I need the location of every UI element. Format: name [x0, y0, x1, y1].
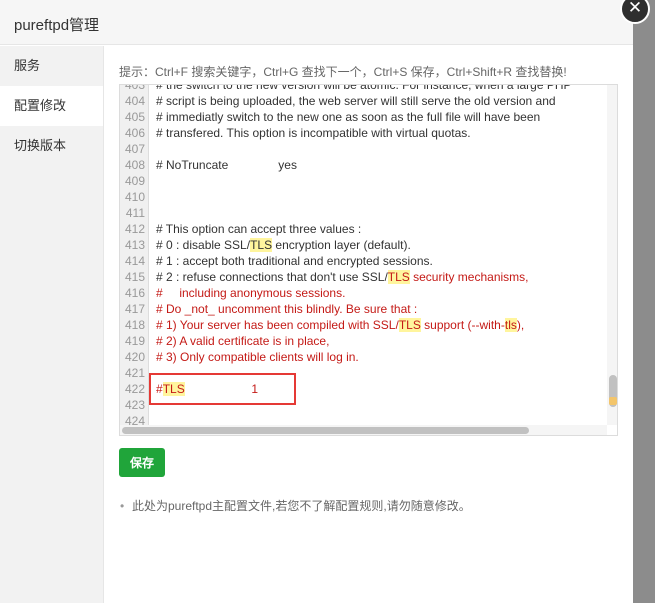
search-highlight: TLS — [398, 318, 421, 332]
line-number: 414 — [124, 254, 145, 268]
code-line: 406 # transfered. This option is incompat… — [120, 125, 617, 141]
line-text: # Do _not_ uncomment this blindly. Be su… — [156, 301, 417, 317]
code-line: 417 # Do _not_ uncomment this blindly. Be… — [120, 301, 617, 317]
code-segment: # 3) Only compatible clients will log in… — [156, 350, 359, 364]
code-line: 403 # the switch to the new version will … — [120, 84, 617, 93]
sidebar: 服务 配置修改 切换版本 — [0, 46, 104, 603]
code-segment: # 1) Your server has been compiled with … — [156, 318, 399, 332]
line-number: 404 — [124, 94, 145, 108]
line-text: # NoTruncate yes — [156, 157, 297, 173]
line-number: 418 — [124, 318, 145, 332]
code-segment: # immediatly switch to the new one as so… — [156, 110, 541, 124]
code-segment: security mechanisms, — [409, 270, 529, 284]
code-segment: ), — [516, 318, 525, 332]
config-note: • 此处为pureftpd主配置文件,若您不了解配置规则,请勿随意修改。 — [120, 497, 471, 514]
code-line: 404 # script is being uploaded, the web s… — [120, 93, 617, 109]
line-number: 405 — [124, 110, 145, 124]
code-line: 415 # 2 : refuse connections that don't u… — [120, 269, 617, 285]
code-line: 416 # including anonymous sessions. — [120, 285, 617, 301]
line-text: # 1) Your server has been compiled with … — [156, 317, 524, 333]
line-text: # 2 : refuse connections that don't use … — [156, 269, 529, 285]
code-segment: # the switch to the new version will be … — [156, 84, 572, 92]
editor-hint: 提示：Ctrl+F 搜索关键字，Ctrl+G 查找下一个，Ctrl+S 保存，C… — [119, 65, 567, 79]
code-line: 413 # 0 : disable SSL/TLS encryption laye… — [120, 237, 617, 253]
window-title: pureftpd管理 — [14, 17, 100, 34]
dialog: pureftpd管理 服务 配置修改 切换版本 提示：Ctrl+F 搜索关键字，… — [0, 0, 633, 603]
search-highlight: TLS — [387, 270, 410, 284]
line-number: 423 — [124, 398, 145, 412]
sidebar-item-config[interactable]: 配置修改 — [0, 86, 103, 126]
line-number: 419 — [124, 334, 145, 348]
code-segment: # including anonymous sessions. — [156, 286, 346, 300]
line-number: 407 — [124, 142, 145, 156]
config-note-text: 此处为pureftpd主配置文件,若您不了解配置规则,请勿随意修改。 — [132, 499, 471, 513]
sidebar-item-label: 切换版本 — [14, 138, 67, 153]
code-line: 411 — [120, 205, 617, 221]
code-segment: # script is being uploaded, the web serv… — [156, 94, 556, 108]
code-line: 414 # 1 : accept both traditional and enc… — [120, 253, 617, 269]
line-text: # the switch to the new version will be … — [156, 84, 572, 93]
line-number: 409 — [124, 174, 145, 188]
sidebar-item-service[interactable]: 服务 — [0, 46, 103, 86]
line-number: 417 — [124, 302, 145, 316]
line-number: 415 — [124, 270, 145, 284]
horizontal-scrollbar[interactable] — [120, 425, 607, 435]
search-highlight: TLS — [250, 238, 273, 252]
code-segment: # Do _not_ uncomment this blindly. Be su… — [156, 302, 418, 316]
line-text: # script is being uploaded, the web serv… — [156, 93, 556, 109]
line-text: # transfered. This option is incompatibl… — [156, 125, 471, 141]
highlight-annotation-box — [149, 373, 296, 405]
line-text: # 0 : disable SSL/TLS encryption layer (… — [156, 237, 411, 253]
sidebar-item-switch-version[interactable]: 切换版本 — [0, 126, 103, 166]
search-match-marker — [609, 397, 617, 405]
code-segment: # 1 : accept both traditional and encryp… — [156, 254, 433, 268]
line-text: # 2) A valid certificate is in place, — [156, 333, 329, 349]
line-text: # This option can accept three values : — [156, 221, 361, 237]
code-segment: # 2 : refuse connections that don't use … — [156, 270, 388, 284]
line-number: 421 — [124, 366, 145, 380]
code-line: 410 — [120, 189, 617, 205]
line-number: 408 — [124, 158, 145, 172]
line-number: 422 — [124, 382, 145, 396]
code-line: 419 # 2) A valid certificate is in place, — [120, 333, 617, 349]
line-number: 406 — [124, 126, 145, 140]
code-line: 405 # immediatly switch to the new one as… — [120, 109, 617, 125]
code-line: 409 — [120, 173, 617, 189]
line-text: # 1 : accept both traditional and encryp… — [156, 253, 433, 269]
line-text: # including anonymous sessions. — [156, 285, 345, 301]
line-number: 413 — [124, 238, 145, 252]
code-segment: # NoTruncate yes — [156, 158, 297, 172]
code-line: 418 # 1) Your server has been compiled wi… — [120, 317, 617, 333]
sidebar-item-label: 服务 — [14, 58, 41, 73]
horizontal-scroll-thumb[interactable] — [122, 427, 529, 434]
code-segment: encryption layer (default). — [272, 238, 411, 252]
title-bar: pureftpd管理 — [0, 0, 633, 45]
line-text: # 3) Only compatible clients will log in… — [156, 349, 359, 365]
line-number: 403 — [124, 84, 145, 92]
save-button[interactable]: 保存 — [119, 448, 165, 477]
line-number: 410 — [124, 190, 145, 204]
sidebar-item-label: 配置修改 — [14, 98, 67, 113]
code-line: 408 # NoTruncate yes — [120, 157, 617, 173]
code-line: 420 # 3) Only compatible clients will log… — [120, 349, 617, 365]
search-highlight: tls — [504, 318, 517, 332]
vertical-scrollbar[interactable] — [607, 85, 617, 425]
code-line: 407 — [120, 141, 617, 157]
code-segment: # transfered. This option is incompatibl… — [156, 126, 471, 140]
code-segment: # This option can accept three values : — [156, 222, 362, 236]
bullet-icon: • — [120, 499, 125, 513]
line-number: 411 — [125, 206, 145, 220]
line-number: 412 — [124, 222, 145, 236]
line-text: # immediatly switch to the new one as so… — [156, 109, 540, 125]
line-number: 420 — [124, 350, 145, 364]
code-segment: support (--with- — [420, 318, 505, 332]
code-segment: # 2) A valid certificate is in place, — [156, 334, 330, 348]
close-icon[interactable]: ✕ — [620, 0, 650, 24]
code-line: 412 # This option can accept three values… — [120, 221, 617, 237]
line-number: 416 — [124, 286, 145, 300]
code-segment: # 0 : disable SSL/ — [156, 238, 251, 252]
